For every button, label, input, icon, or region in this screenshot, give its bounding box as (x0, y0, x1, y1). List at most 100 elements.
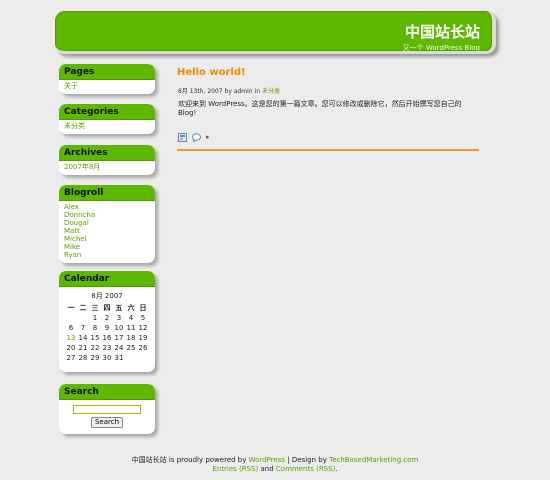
post-meta-in: in (254, 88, 261, 95)
site-description: 又一个 WordPress Blog (402, 44, 480, 52)
calendar-weekday: 五 (115, 304, 123, 312)
pages-widget-title: Pages (59, 64, 155, 80)
calendar-weekday: 一 (67, 304, 75, 312)
calendar-day: 23 (102, 344, 112, 352)
calendar-day: 24 (114, 344, 124, 352)
archives-widget-title: Archives (59, 145, 155, 161)
footer-separator: | (287, 456, 290, 464)
calendar-weekday: 四 (103, 304, 111, 312)
search-input[interactable] (73, 405, 141, 414)
blogroll-link[interactable]: Donncha (64, 211, 150, 219)
site-footer: 中国站长站 is proudly powered by WordPress | … (0, 456, 550, 474)
post-category-link[interactable]: 未分类 (262, 88, 280, 95)
calendar-weekday: 二 (79, 304, 87, 312)
calendar-table: 一 二 三 四 五 六 日 1 2 3 4 5 6 7 8 9 10 11 12… (65, 303, 149, 363)
calendar-weekday-row: 一 二 三 四 五 六 日 (65, 303, 149, 313)
calendar-day: 17 (114, 334, 124, 342)
calendar-week-row: 6 7 8 9 10 11 12 (65, 323, 149, 333)
calendar-widget-title: Calendar (59, 271, 155, 287)
footer-period: . (335, 465, 338, 473)
calendar-day: 26 (138, 344, 148, 352)
blogroll-link[interactable]: Alex (64, 203, 150, 211)
calendar-day: 6 (68, 324, 74, 332)
calendar-day: 1 (92, 314, 98, 322)
calendar-day: 16 (102, 334, 112, 342)
calendar-week-row: 13 14 15 16 17 18 19 (65, 333, 149, 343)
calendar-weekday: 三 (91, 304, 99, 312)
post-meta: 8月 13th, 2007 by admin in 未分类 (178, 86, 280, 95)
search-widget: Search Search (59, 384, 155, 434)
calendar-day-link[interactable]: 13 (65, 333, 77, 343)
calendar-day: 9 (104, 324, 110, 332)
calendar-day: 15 (90, 334, 100, 342)
calendar-day: 14 (78, 334, 88, 342)
footer-and-text: and (260, 465, 274, 473)
footer-entries-rss-link[interactable]: Entries (RSS) (212, 465, 258, 473)
post-divider (177, 149, 479, 151)
calendar-day: 31 (114, 354, 124, 362)
post-date: 8月 13th, 2007 (178, 88, 223, 95)
calendar-day: 5 (140, 314, 146, 322)
blogroll-link[interactable]: Mike (64, 243, 150, 251)
page-link-about[interactable]: 关于 (64, 82, 150, 90)
footer-site-name: 中国站长站 (131, 456, 167, 464)
calendar-day: 8 (92, 324, 98, 332)
search-widget-title: Search (59, 384, 155, 400)
blogroll-link[interactable]: Ryan (64, 251, 150, 259)
blogroll-widget-title: Blogroll (59, 185, 155, 201)
blogroll-link[interactable]: Matt (64, 227, 150, 235)
calendar-day: 20 (66, 344, 76, 352)
category-link-uncategorized[interactable]: 未分类 (64, 122, 150, 130)
calendar-day: 12 (138, 324, 148, 332)
calendar-day: 22 (90, 344, 100, 352)
blogroll-link[interactable]: Dougal (64, 219, 150, 227)
calendar-day: 30 (102, 354, 112, 362)
post-actions: ▸ (178, 127, 210, 146)
post-meta-by: by (224, 88, 232, 95)
archives-widget: Archives 2007年8月 (59, 145, 155, 175)
calendar-day: 10 (114, 324, 124, 332)
footer-designer-link[interactable]: TechBasedMarketing.com (329, 456, 418, 464)
blogroll-list: Alex Donncha Dougal Matt Michel Mike Rya… (59, 201, 155, 263)
footer-wordpress-link[interactable]: WordPress (249, 456, 285, 464)
archive-link-2007-08[interactable]: 2007年8月 (64, 163, 150, 171)
comment-arrow-icon[interactable]: ▸ (206, 133, 210, 141)
calendar-week-row: 27 28 29 30 31 (65, 353, 149, 363)
post-author: admin (233, 88, 253, 95)
calendar-day: 11 (126, 324, 136, 332)
footer-comments-rss-link[interactable]: Comments (RSS) (276, 465, 335, 473)
calendar-day: 29 (90, 354, 100, 362)
calendar-day: 4 (128, 314, 134, 322)
calendar-day: 19 (138, 334, 148, 342)
calendar-day: 27 (66, 354, 76, 362)
calendar-day: 18 (126, 334, 136, 342)
post-body: 欢迎来到 WordPress。这是您的第一篇文章。您可以修改或删除它，然后开始撰… (178, 100, 462, 117)
calendar-day: 28 (78, 354, 88, 362)
categories-list: 未分类 (59, 120, 155, 134)
blogroll-link[interactable]: Michel (64, 235, 150, 243)
calendar-day: 21 (78, 344, 88, 352)
calendar-day: 2 (104, 314, 110, 322)
calendar-week-row: 1 2 3 4 5 (65, 313, 149, 323)
footer-design-text: Design by (291, 456, 327, 464)
categories-widget-title: Categories (59, 104, 155, 120)
calendar-widget: Calendar 8月 2007 一 二 三 四 五 六 日 1 2 3 4 5 (59, 271, 155, 372)
blogroll-widget: Blogroll Alex Donncha Dougal Matt Michel… (59, 185, 155, 263)
archives-list: 2007年8月 (59, 161, 155, 175)
calendar-day (125, 353, 137, 363)
calendar-day: 3 (116, 314, 122, 322)
calendar-weekday: 日 (139, 304, 147, 312)
post-title-link[interactable]: Hello world! (177, 67, 246, 78)
pages-widget: Pages 关于 (59, 64, 155, 94)
calendar-day (77, 313, 89, 323)
calendar-day: 7 (80, 324, 86, 332)
pages-list: 关于 (59, 80, 155, 94)
calendar-weekday: 六 (127, 304, 135, 312)
comment-icon[interactable] (192, 127, 201, 146)
footer-powered-text: is proudly powered by (168, 456, 247, 464)
calendar-week-row: 20 21 22 23 24 25 26 (65, 343, 149, 353)
calendar-day: 25 (126, 344, 136, 352)
edit-icon[interactable] (178, 127, 187, 146)
search-button[interactable]: Search (91, 417, 123, 428)
site-title-link[interactable]: 中国站长站 (405, 21, 480, 42)
